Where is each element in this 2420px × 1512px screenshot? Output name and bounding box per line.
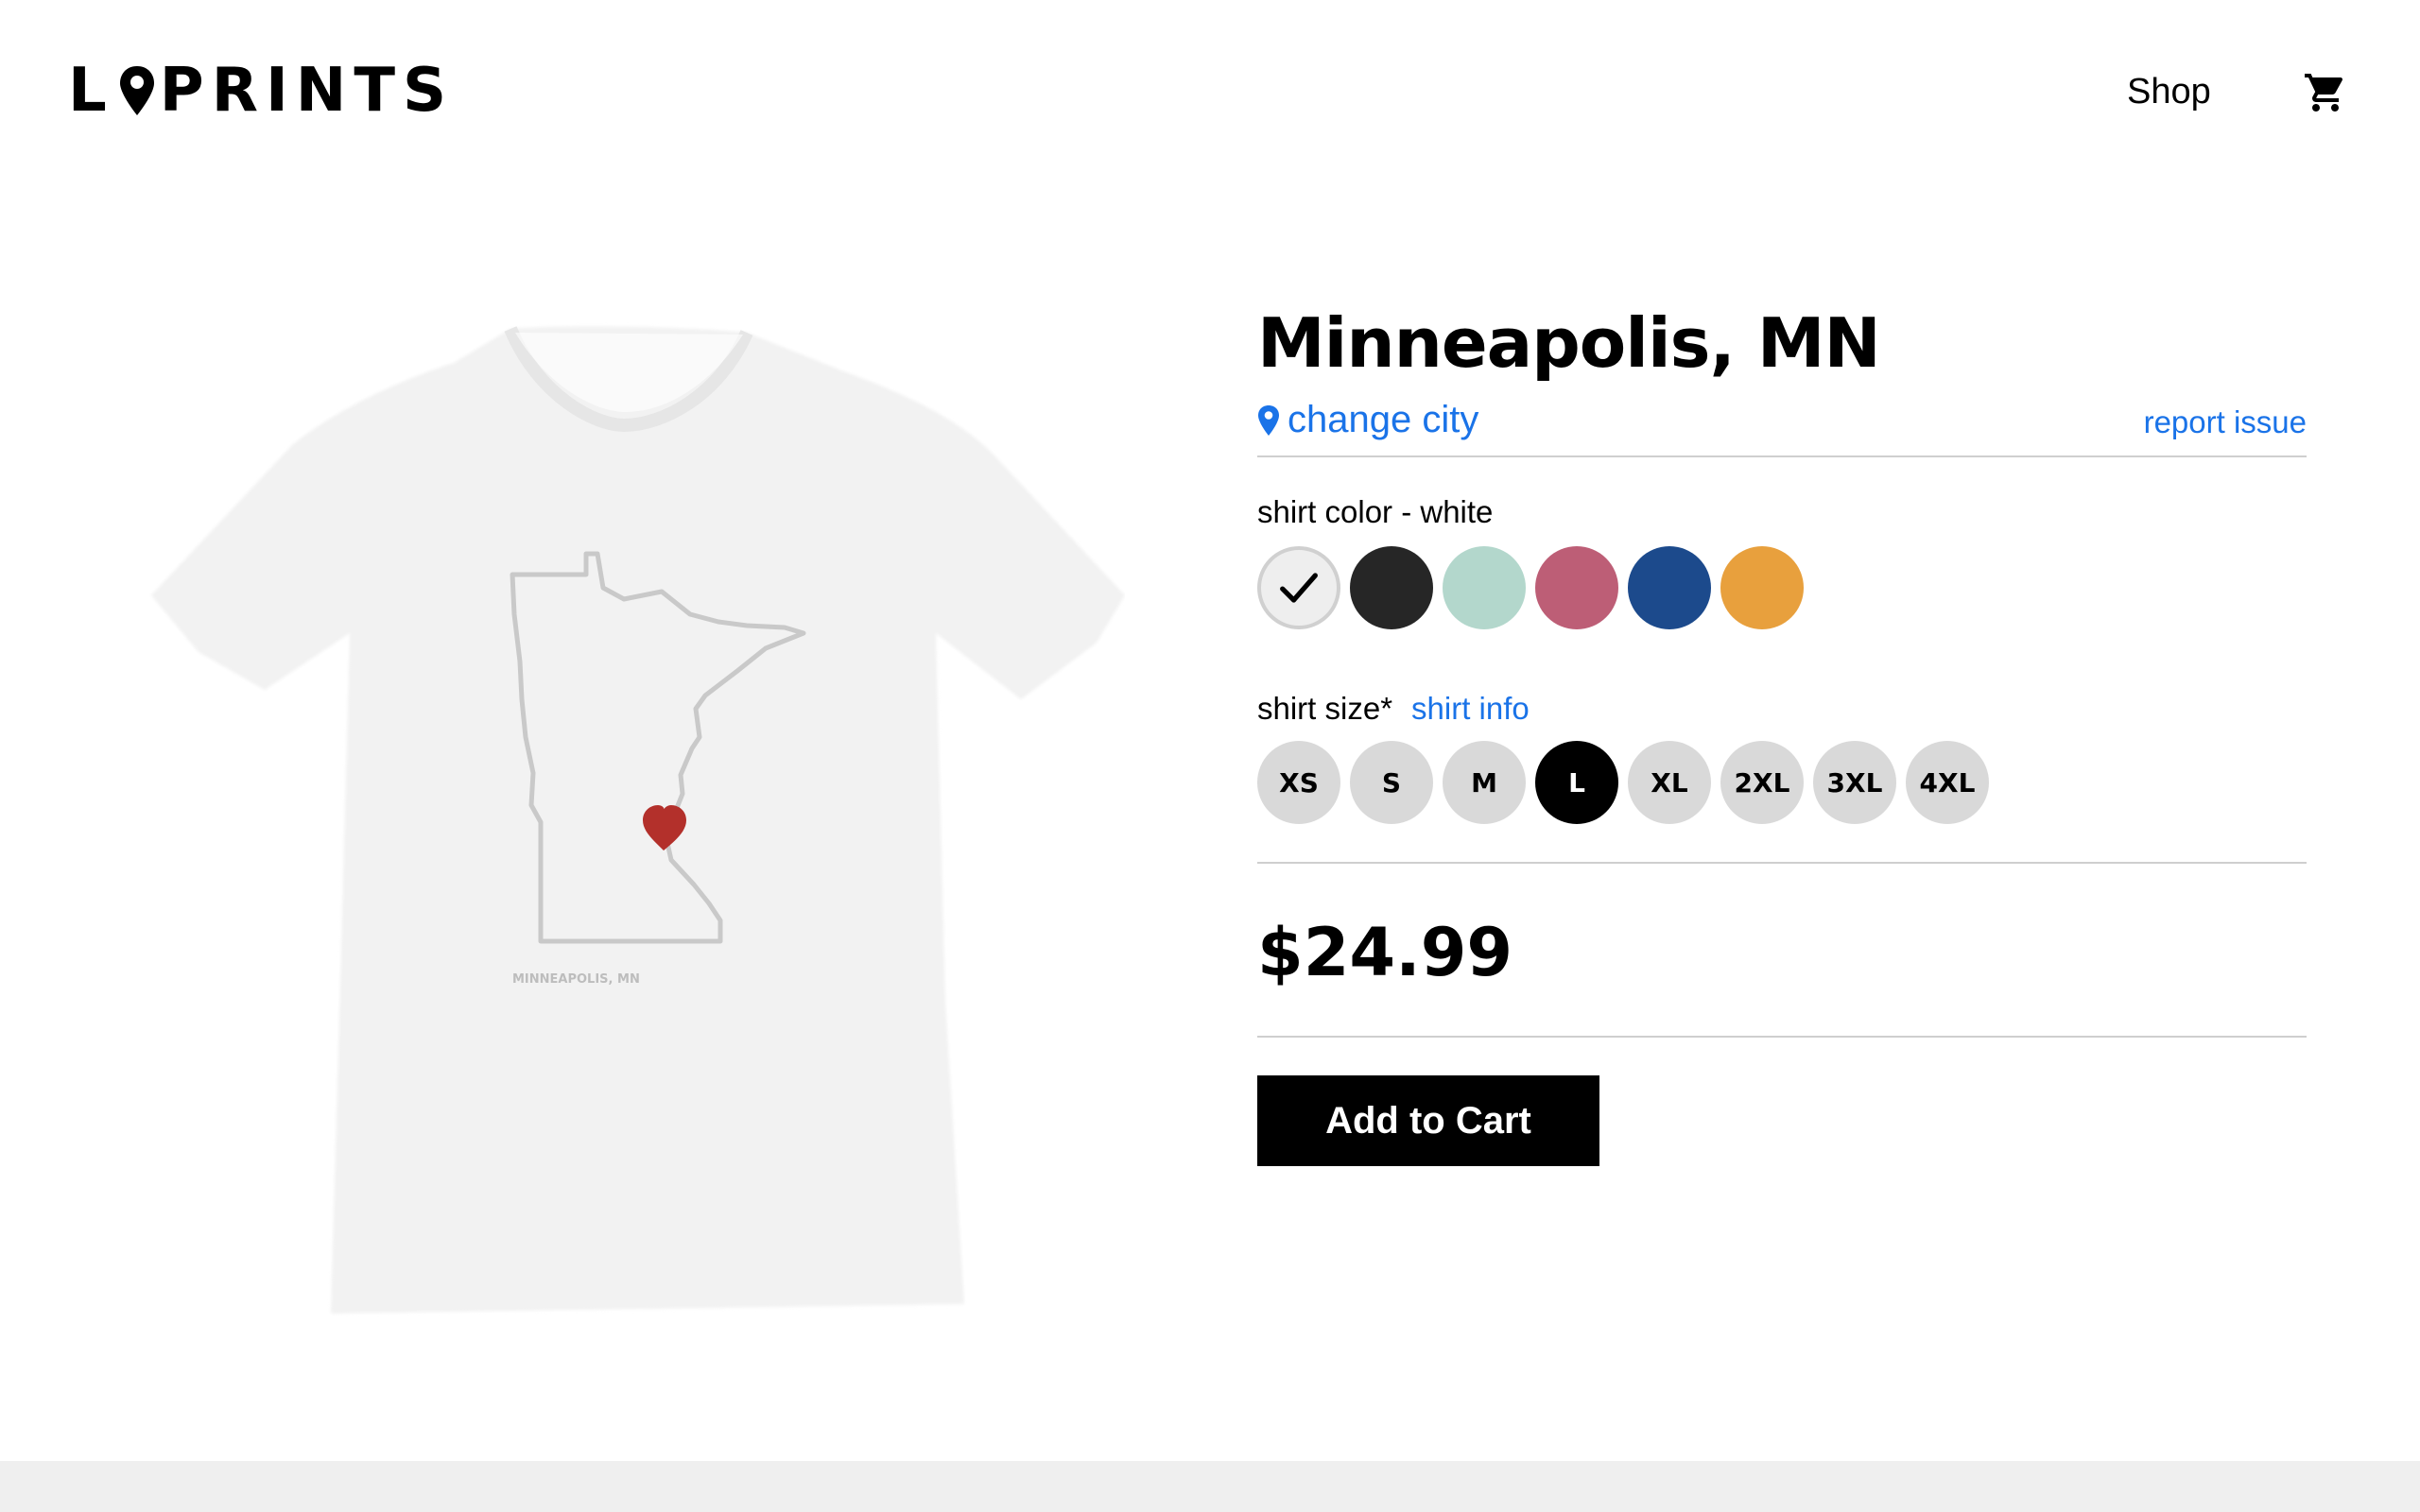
city-row: change city report issue: [1257, 389, 2307, 455]
size-option-l[interactable]: L: [1535, 741, 1618, 824]
nav-shop-link[interactable]: Shop: [2127, 68, 2211, 115]
site-header: L PRINTS Shop: [0, 0, 2420, 189]
shirt-print-caption: MINNEAPOLIS, MN: [512, 972, 640, 987]
brand-logo[interactable]: L PRINTS: [68, 56, 455, 126]
report-issue-link[interactable]: report issue: [2144, 404, 2307, 440]
shirt-info-link[interactable]: shirt info: [1411, 691, 1530, 727]
size-options: XS S M L XL 2XL 3XL 4XL: [1257, 741, 2307, 824]
cart-icon[interactable]: [2303, 70, 2348, 115]
product-title: Minneapolis, MN: [1257, 303, 1881, 383]
divider: [1257, 455, 2307, 457]
product-price: $24.99: [1257, 914, 1513, 991]
shirt-size-label: shirt size*: [1257, 691, 1393, 726]
shirt-color-label: shirt color - white: [1257, 494, 1494, 529]
logo-letters: PRINTS: [159, 56, 455, 126]
divider: [1257, 1036, 2307, 1038]
size-option-2xl[interactable]: 2XL: [1720, 741, 1804, 824]
product-details: Minneapolis, MN change city report issue…: [1257, 284, 2307, 1166]
add-to-cart-button[interactable]: Add to Cart: [1257, 1075, 1599, 1166]
divider: [1257, 862, 2307, 864]
size-label-row: shirt size* shirt info: [1257, 690, 2307, 728]
color-swatch-gold[interactable]: [1720, 546, 1804, 629]
size-option-xl[interactable]: XL: [1628, 741, 1711, 824]
product-tshirt-image: MINNEAPOLIS, MN: [151, 326, 1125, 1314]
change-city-label: change city: [1288, 399, 1479, 440]
color-swatches: [1257, 546, 2307, 629]
change-city-link[interactable]: change city: [1257, 399, 1478, 441]
color-swatch-white[interactable]: [1257, 546, 1340, 629]
size-option-m[interactable]: M: [1443, 741, 1526, 824]
size-option-3xl[interactable]: 3XL: [1813, 741, 1896, 824]
checkmark-icon: [1280, 573, 1318, 603]
size-option-s[interactable]: S: [1350, 741, 1433, 824]
location-pin-icon: [1258, 404, 1279, 436]
color-swatch-black[interactable]: [1350, 546, 1433, 629]
color-swatch-royal-blue[interactable]: [1628, 546, 1711, 629]
logo-letter: L: [68, 56, 114, 126]
footer-strip: [0, 1461, 2420, 1512]
color-swatch-mint[interactable]: [1443, 546, 1526, 629]
size-option-xs[interactable]: XS: [1257, 741, 1340, 824]
color-swatch-rose[interactable]: [1535, 546, 1618, 629]
logo-wordmark: L PRINTS: [68, 56, 455, 126]
size-option-4xl[interactable]: 4XL: [1906, 741, 1989, 824]
map-pin-logo-icon: [119, 66, 154, 115]
